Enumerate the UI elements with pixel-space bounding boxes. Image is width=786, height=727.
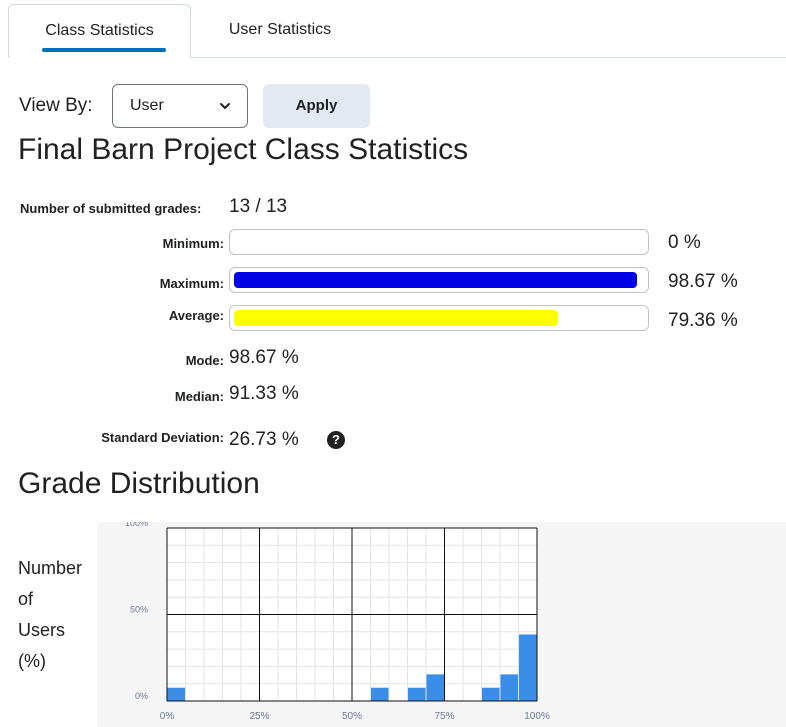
mode-label: Mode: (185, 353, 224, 368)
tab-bar: Class Statistics User Statistics (0, 0, 786, 58)
histogram-bar (371, 687, 389, 701)
apply-button[interactable]: Apply (263, 84, 370, 128)
maximum-bar-fill (234, 272, 637, 288)
minimum-value: 0 % (668, 232, 701, 253)
histogram-bar (519, 634, 537, 701)
histogram-bar (167, 687, 185, 701)
histogram-bar (500, 674, 518, 701)
y-tick-label: 0% (135, 691, 148, 701)
view-by-select[interactable]: User (112, 84, 248, 128)
maximum-bar (229, 267, 649, 293)
submitted-grades-label: Number of submitted grades: (20, 201, 202, 216)
x-tick-label: 75% (434, 711, 454, 722)
chart-ylabel: Number of Users (%) (18, 553, 98, 677)
average-value: 79.36 % (668, 310, 738, 331)
maximum-value: 98.67 % (668, 271, 738, 292)
grade-distribution-title: Grade Distribution (18, 467, 260, 500)
minimum-bar (229, 229, 649, 255)
average-label: Average: (168, 308, 224, 323)
average-bar-fill (234, 310, 558, 326)
chart-ylabel-line: of (18, 589, 34, 609)
median-label: Median: (174, 389, 224, 404)
median-value: 91.33 % (229, 383, 299, 404)
histogram-bar (426, 674, 444, 701)
tab-class-statistics[interactable]: Class Statistics (8, 4, 191, 58)
mode-value: 98.67 % (229, 347, 299, 368)
minimum-label: Minimum: (162, 236, 224, 251)
tab-user-statistics-label: User Statistics (228, 21, 332, 38)
standard-deviation-label: Standard Deviation: (101, 430, 224, 445)
help-icon[interactable]: ? (327, 431, 345, 449)
tab-user-statistics[interactable]: User Statistics (190, 4, 370, 58)
chart-ylabel-line: Number (18, 558, 83, 578)
chart-ylabel-line: (%) (18, 651, 46, 671)
histogram-bar (482, 687, 500, 701)
y-tick-label: 50% (130, 605, 148, 615)
y-tick-label: 100% (125, 522, 148, 528)
x-tick-label: 25% (249, 711, 269, 722)
chart-ylabel-line: Users (18, 620, 66, 640)
standard-deviation-value: 26.73 % (229, 429, 299, 450)
maximum-label: Maximum: (159, 276, 224, 291)
x-tick-label: 0% (160, 711, 175, 722)
view-by-label: View By: (19, 95, 93, 116)
active-tab-indicator (42, 48, 166, 52)
tab-class-statistics-label: Class Statistics (45, 22, 154, 39)
x-tick-label: 50% (342, 711, 362, 722)
chevron-down-icon (220, 103, 230, 109)
grade-distribution-chart: 0% 25% 50% 75% 100% 0% 50% 100% (125, 522, 550, 722)
histogram-bar (408, 687, 426, 701)
submitted-grades-value: 13 / 13 (229, 196, 288, 217)
page-title: Final Barn Project Class Statistics (18, 133, 469, 166)
average-bar (229, 305, 649, 331)
x-tick-label: 100% (524, 711, 550, 722)
view-by-selected-value: User (130, 97, 164, 114)
